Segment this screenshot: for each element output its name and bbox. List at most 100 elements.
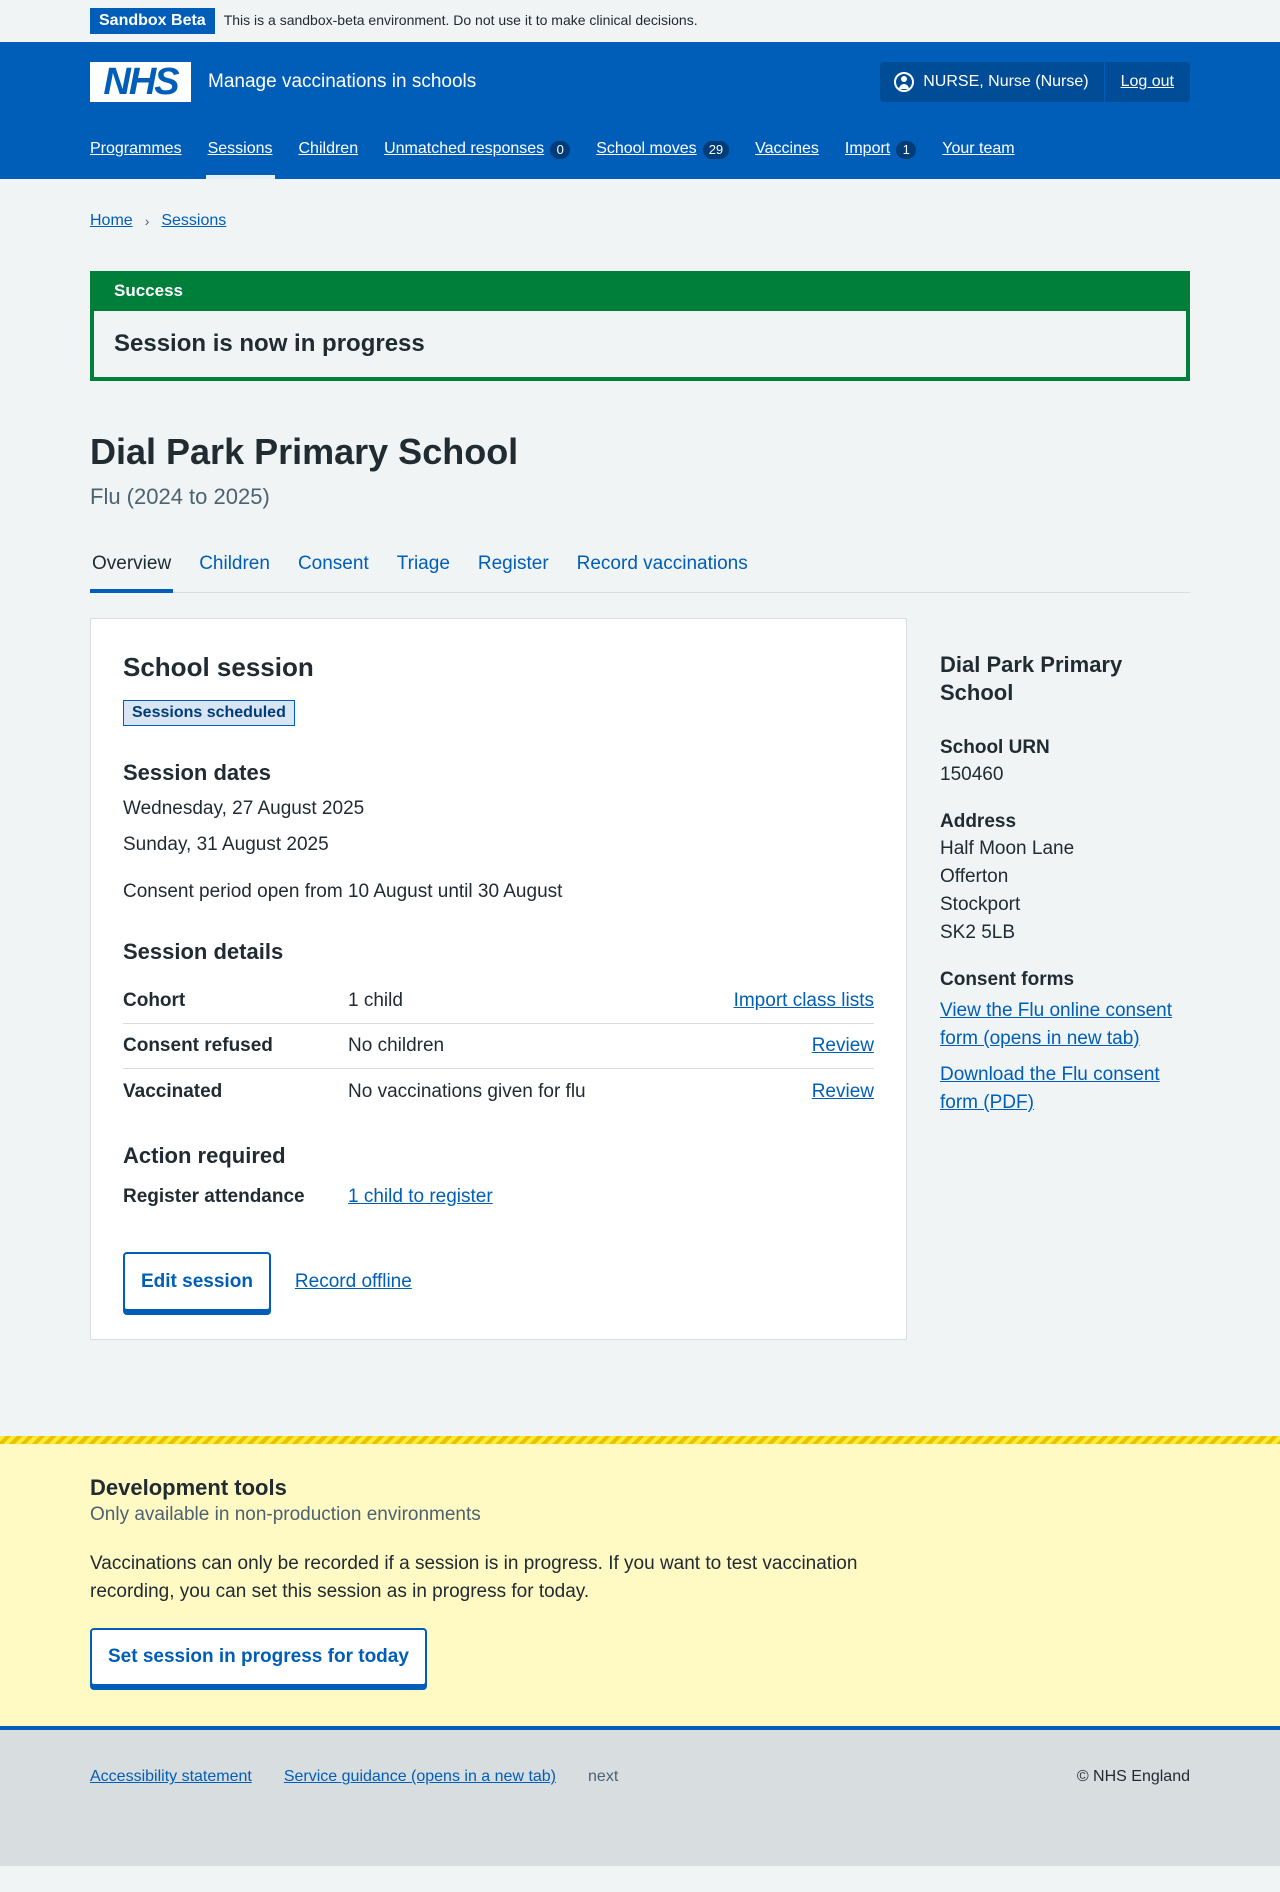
chevron-right-icon: ›	[144, 212, 150, 229]
breadcrumb-home[interactable]: Home	[90, 210, 133, 232]
session-details-list: Cohort 1 child Import class lists Consen…	[123, 979, 874, 1114]
site-footer: Accessibility statement Service guidance…	[0, 1726, 1280, 1867]
success-title: Success	[94, 275, 1186, 311]
record-offline-link[interactable]: Record offline	[295, 1269, 412, 1296]
service-guidance-link[interactable]: Service guidance (opens in a new tab)	[284, 1766, 556, 1788]
tab-children[interactable]: Children	[197, 543, 272, 592]
online-consent-form-link[interactable]: View the Flu online consent form (opens …	[940, 1000, 1172, 1049]
session-card: School session Sessions scheduled Sessio…	[90, 617, 907, 1341]
action-row-register: Register attendance 1 child to register	[123, 1182, 874, 1212]
nav-count-badge: 0	[550, 140, 571, 159]
address-label: Address	[940, 810, 1017, 832]
summary-row-cohort: Cohort 1 child Import class lists	[123, 979, 874, 1025]
card-heading: School session	[123, 651, 314, 682]
devtools-subheading: Only available in non-production environ…	[90, 1504, 481, 1526]
session-date: Wednesday, 27 August 2025	[123, 797, 365, 819]
success-banner: Success Session is now in progress	[90, 271, 1190, 381]
nav-count-badge: 29	[702, 140, 730, 159]
review-consent-refused-link[interactable]: Review	[812, 1033, 874, 1060]
devtools-description: Vaccinations can only be recorded if a s…	[90, 1553, 858, 1603]
summary-value: No vaccinations given for flu	[348, 1080, 586, 1102]
account-bar: NURSE, Nurse (Nurse) Log out	[880, 62, 1190, 102]
session-details-heading: Session details	[123, 939, 284, 965]
address-line: Stockport	[940, 893, 1021, 915]
consent-forms-label: Consent forms	[940, 968, 1075, 990]
page-caption: Flu (2024 to 2025)	[90, 484, 270, 509]
page-title: Dial Park Primary School	[90, 431, 519, 472]
sandbox-message: This is a sandbox-beta environment. Do n…	[223, 12, 698, 29]
tab-triage[interactable]: Triage	[395, 543, 452, 592]
nhs-logo[interactable]: NHS	[90, 62, 191, 102]
tab-consent[interactable]: Consent	[296, 543, 371, 592]
summary-row-vaccinated: Vaccinated No vaccinations given for flu…	[123, 1069, 874, 1114]
summary-key: Cohort	[123, 990, 186, 1012]
breadcrumb-sessions[interactable]: Sessions	[161, 210, 226, 232]
action-key: Register attendance	[123, 1186, 305, 1208]
school-name: Dial Park Primary School	[940, 651, 1123, 705]
tab-register[interactable]: Register	[476, 543, 551, 592]
nhs-logo-text: NHS	[103, 61, 179, 103]
children-to-register-link[interactable]: 1 child to register	[348, 1184, 493, 1211]
summary-value: 1 child	[348, 990, 403, 1012]
sandbox-banner: Sandbox Beta This is a sandbox-beta envi…	[0, 0, 1280, 42]
download-consent-form-link[interactable]: Download the Flu consent form (PDF)	[940, 1064, 1160, 1113]
nav-item-your-team: Your team	[942, 122, 1014, 177]
copyright: © NHS England	[1076, 1768, 1190, 1786]
service-name[interactable]: Manage vaccinations in schools	[208, 69, 476, 96]
main-content: Home › Sessions Success Session is now i…	[90, 179, 1190, 1341]
nav-item-school-moves: School moves 29	[596, 122, 730, 177]
nav-item-vaccines: Vaccines	[755, 122, 819, 177]
nav-item-children: Children	[299, 122, 359, 177]
nav-count-badge: 1	[896, 140, 917, 159]
account-user: NURSE, Nurse (Nurse)	[880, 62, 1103, 102]
session-date: Sunday, 31 August 2025	[123, 833, 329, 855]
primary-nav: Programmes Sessions Children Unmatched r…	[90, 122, 1190, 179]
action-required-heading: Action required	[123, 1143, 286, 1169]
card-actions: Edit session Record offline	[123, 1252, 874, 1312]
address-line: SK2 5LB	[940, 921, 1015, 943]
address-line: Offerton	[940, 865, 1009, 887]
breadcrumb: Home › Sessions	[90, 179, 1190, 240]
address: Half Moon Lane Offerton Stockport SK2 5L…	[940, 835, 1190, 947]
accessibility-statement-link[interactable]: Accessibility statement	[90, 1766, 252, 1788]
nav-item-import: Import 1	[845, 122, 917, 177]
review-vaccinated-link[interactable]: Review	[812, 1079, 874, 1106]
environment-label: next	[588, 1768, 619, 1786]
status-badge: Sessions scheduled	[123, 699, 295, 726]
nav-item-programmes: Programmes	[90, 122, 182, 177]
summary-key: Consent refused	[123, 1035, 273, 1057]
nav-link-your-team[interactable]: Your team	[942, 138, 1014, 160]
tab-overview[interactable]: Overview	[90, 543, 174, 593]
devtools-heading: Development tools	[90, 1475, 287, 1501]
nav-link-import[interactable]: Import	[845, 138, 890, 160]
development-tools: Development tools Only available in non-…	[0, 1436, 1280, 1727]
secondary-tabs: Overview Children Consent Triage Registe…	[90, 543, 1190, 593]
urn-value: 150460	[940, 763, 1004, 785]
user-name: NURSE, Nurse (Nurse)	[923, 72, 1089, 90]
nav-link-school-moves[interactable]: School moves	[596, 138, 697, 160]
summary-value: No children	[348, 1035, 445, 1057]
address-line: Half Moon Lane	[940, 837, 1075, 859]
tab-record-vaccinations[interactable]: Record vaccinations	[575, 543, 750, 592]
session-dates-heading: Session dates	[123, 759, 271, 785]
sandbox-tag: Sandbox Beta	[90, 8, 215, 34]
user-icon	[894, 72, 915, 92]
import-class-lists-link[interactable]: Import class lists	[734, 988, 874, 1015]
logout-link[interactable]: Log out	[1121, 71, 1174, 93]
success-message: Session is now in progress	[94, 311, 1186, 377]
nav-link-unmatched-responses[interactable]: Unmatched responses	[384, 138, 544, 160]
nav-link-programmes[interactable]: Programmes	[90, 138, 182, 160]
school-info-sidebar: Dial Park Primary School School URN 1504…	[940, 618, 1190, 1341]
nav-item-sessions: Sessions	[205, 122, 275, 179]
set-in-progress-button[interactable]: Set session in progress for today	[90, 1628, 427, 1687]
summary-row-consent-refused: Consent refused No children Review	[123, 1024, 874, 1070]
nav-link-sessions[interactable]: Sessions	[208, 138, 273, 160]
footer-links: Accessibility statement Service guidance…	[90, 1766, 650, 1788]
site-header: NHS Manage vaccinations in schools NURSE…	[0, 42, 1280, 179]
summary-key: Vaccinated	[123, 1080, 223, 1102]
nav-link-children[interactable]: Children	[299, 138, 359, 160]
nav-link-vaccines[interactable]: Vaccines	[755, 138, 819, 160]
edit-session-button[interactable]: Edit session	[123, 1252, 271, 1312]
consent-period: Consent period open from 10 August until…	[123, 880, 563, 902]
brand[interactable]: NHS Manage vaccinations in schools	[90, 62, 476, 102]
